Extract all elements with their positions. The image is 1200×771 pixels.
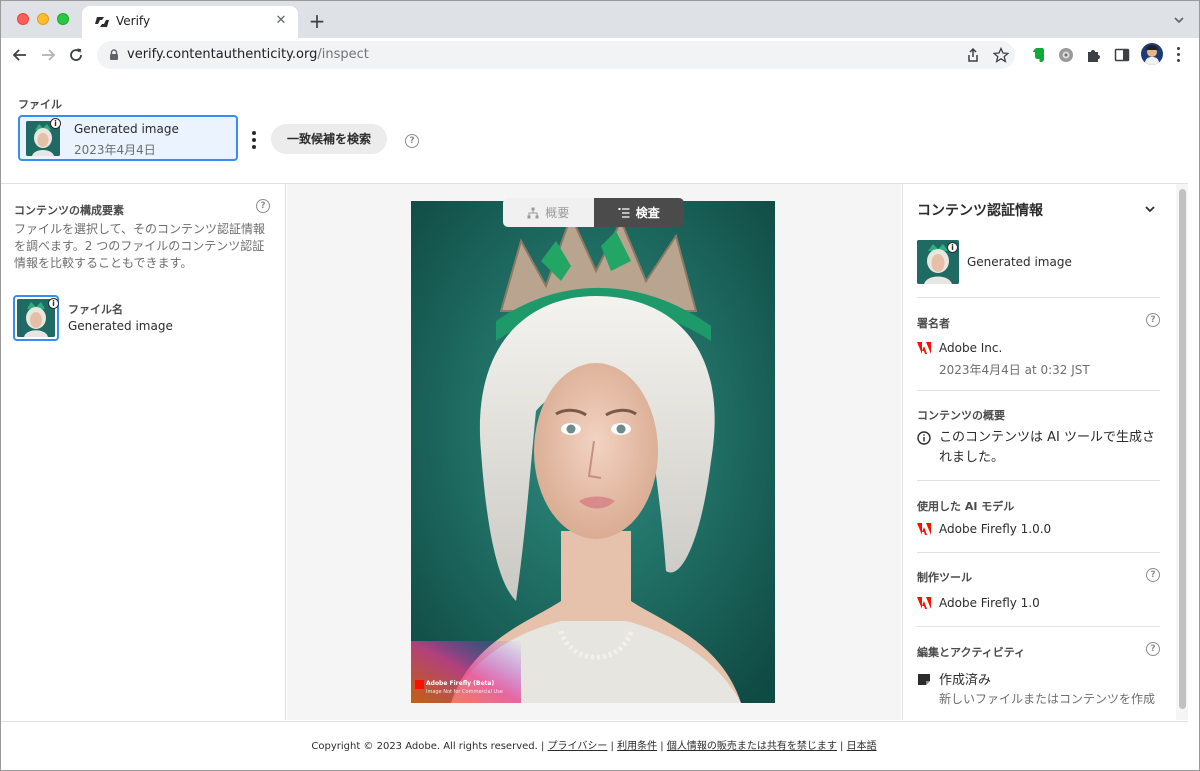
signer-name: Adobe Inc. <box>939 341 1003 355</box>
file-name: Generated image <box>74 122 179 136</box>
scrollbar-thumb[interactable] <box>1179 189 1186 709</box>
chevron-down-icon[interactable] <box>1172 13 1186 27</box>
divider <box>917 297 1160 298</box>
browser-tab[interactable]: Verify ✕ <box>82 6 298 38</box>
terms-link[interactable]: 利用条件 <box>617 741 657 752</box>
maximize-window-button[interactable] <box>57 13 69 25</box>
url-text: verify.contentauthenticity.org/inspect <box>127 47 369 62</box>
activity-description: 新しいファイルまたはコンテンツを作成 <box>939 692 1156 706</box>
list-icon <box>618 207 630 218</box>
close-window-button[interactable] <box>17 13 29 25</box>
signer-date: 2023年4月4日 at 0:32 JST <box>939 363 1090 377</box>
tab-inspect-label: 検査 <box>635 206 660 220</box>
close-icon[interactable]: ✕ <box>272 12 290 30</box>
generated-image[interactable]: Adobe Firefly (Beta) Image Not for Comme… <box>411 201 775 703</box>
help-icon[interactable]: ? <box>256 199 270 213</box>
activity-icon <box>918 674 930 685</box>
scrollbar[interactable] <box>1176 184 1188 720</box>
forward-arrow-icon[interactable] <box>36 43 60 67</box>
address-bar[interactable]: verify.contentauthenticity.org/inspect <box>97 41 1015 69</box>
files-label: ファイル <box>18 98 62 111</box>
avatar[interactable] <box>1141 43 1163 65</box>
watermark-title: Adobe Firefly (Beta) <box>426 680 495 687</box>
help-icon[interactable]: ? <box>1146 642 1160 656</box>
adobe-logo-icon <box>917 523 931 535</box>
info-icon: i <box>48 298 59 309</box>
tab-overview[interactable]: 概要 <box>503 198 594 227</box>
url-path: /inspect <box>317 47 369 62</box>
hierarchy-icon <box>527 207 539 218</box>
verify-favicon-icon <box>95 17 109 27</box>
help-icon[interactable]: ? <box>1146 568 1160 582</box>
info-icon: i <box>50 118 61 129</box>
plus-icon[interactable]: + <box>306 10 328 32</box>
evernote-icon[interactable] <box>1029 46 1047 64</box>
share-icon[interactable] <box>965 47 981 63</box>
image-viewer: Adobe Firefly (Beta) Image Not for Comme… <box>287 184 901 720</box>
divider <box>917 626 1160 627</box>
puzzle-icon[interactable] <box>1085 46 1103 64</box>
lock-icon[interactable] <box>107 48 121 62</box>
info-icon: i <box>947 242 958 253</box>
divider <box>917 480 1160 481</box>
content-credentials-panel: コンテンツ認証情報 i Generated image 署名者 ? Adobe <box>902 184 1176 720</box>
copyright-text: Copyright © 2023 Adobe. All rights reser… <box>311 741 538 752</box>
help-icon[interactable]: ? <box>405 134 419 148</box>
credential-file-name: Generated image <box>967 255 1072 269</box>
language-link[interactable]: 日本語 <box>847 741 877 752</box>
file-bar: ファイル i Generated image 2023年4月4日 一致候補を検索… <box>0 71 1188 184</box>
chevron-down-icon[interactable] <box>1143 202 1157 216</box>
divider <box>917 552 1160 553</box>
browser-menu-button[interactable] <box>1177 47 1181 63</box>
content-element-label: ファイル名 <box>68 303 123 316</box>
info-icon <box>917 431 931 445</box>
tool-label: 制作ツール <box>917 571 972 584</box>
divider <box>917 390 1160 391</box>
credential-thumbnail: i <box>917 240 959 284</box>
content-elements-title: コンテンツの構成要素 <box>14 204 124 217</box>
back-arrow-icon[interactable] <box>8 43 32 67</box>
file-date: 2023年4月4日 <box>74 143 156 157</box>
more-vertical-icon[interactable] <box>248 129 260 151</box>
file-card[interactable]: i Generated image 2023年4月4日 <box>18 115 238 161</box>
activity-title: 作成済み <box>939 673 992 688</box>
signer-label: 署名者 <box>917 317 950 330</box>
help-icon[interactable]: ? <box>1146 313 1160 327</box>
content-summary-text: このコンテンツは AI ツールで生成されました。 <box>939 430 1155 465</box>
content-elements-panel: コンテンツの構成要素 ? ファイルを選択して、そのコンテンツ認証情報を調べます。… <box>0 184 286 720</box>
adobe-logo-icon <box>917 342 931 354</box>
extension-gear-icon[interactable] <box>1057 46 1075 64</box>
verify-page: ファイル i Generated image 2023年4月4日 一致候補を検索… <box>0 71 1200 771</box>
ai-model-label: 使用した AI モデル <box>917 500 1015 513</box>
content-element-thumbnail[interactable]: i <box>13 295 59 341</box>
privacy-link[interactable]: プライバシー <box>548 741 608 752</box>
tab-strip: Verify ✕ + <box>0 0 1200 38</box>
tab-overview-label: 概要 <box>545 206 570 220</box>
do-not-sell-link[interactable]: 個人情報の販売または共有を禁じます <box>667 741 837 752</box>
content-summary-label: コンテンツの概要 <box>917 409 1005 422</box>
star-icon[interactable] <box>993 47 1009 63</box>
minimize-window-button[interactable] <box>37 13 49 25</box>
reload-icon[interactable] <box>64 43 88 67</box>
ai-model-name: Adobe Firefly 1.0.0 <box>939 522 1052 536</box>
tab-title: Verify <box>116 14 151 28</box>
activity-label: 編集とアクティビティ <box>917 646 1026 659</box>
browser-chrome: Verify ✕ + verify.contentauthenticity.or… <box>0 0 1200 71</box>
content-elements-description: ファイルを選択して、そのコンテンツ認証情報を調べます。2 つのファイルのコンテン… <box>14 222 266 270</box>
watermark-subtitle: Image Not for Commercial Use <box>426 689 503 695</box>
tool-name: Adobe Firefly 1.0 <box>939 596 1040 610</box>
content-credentials-title: コンテンツ認証情報 <box>917 203 1043 219</box>
view-toggle: 概要 検査 <box>503 198 684 227</box>
url-host: verify.contentauthenticity.org <box>127 47 318 62</box>
sidebar-icon[interactable] <box>1113 46 1131 64</box>
tab-inspect[interactable]: 検査 <box>593 198 684 227</box>
content-element-name: Generated image <box>68 319 173 333</box>
search-match-button[interactable]: 一致候補を検索 <box>271 124 387 154</box>
footer: Copyright © 2023 Adobe. All rights reser… <box>0 721 1188 771</box>
adobe-logo-icon <box>917 597 931 609</box>
browser-toolbar: verify.contentauthenticity.org/inspect <box>0 38 1200 71</box>
